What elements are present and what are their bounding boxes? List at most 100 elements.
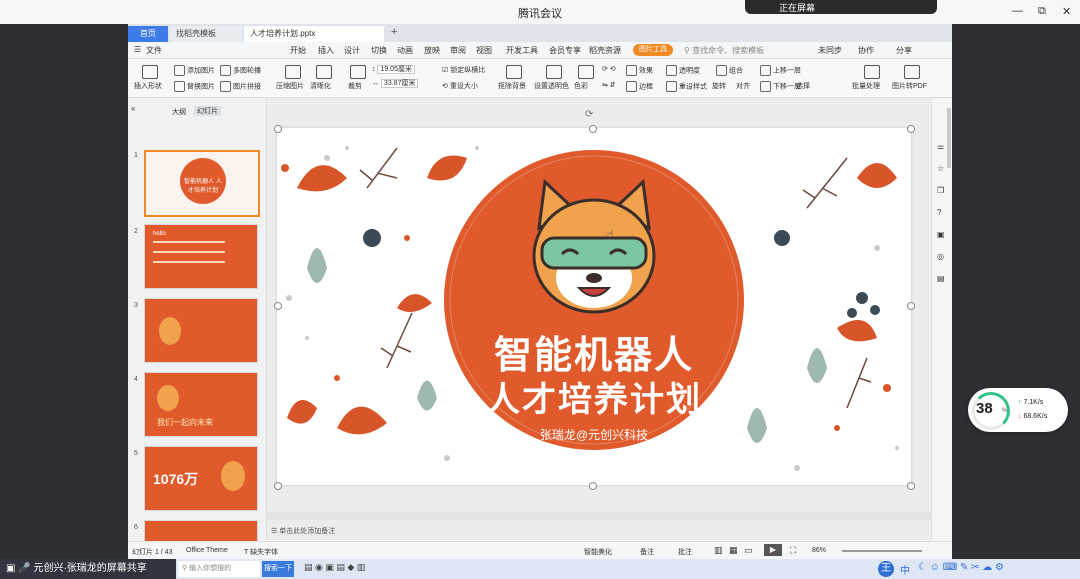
slide-thumb-6[interactable] — [144, 520, 258, 542]
zoom-level[interactable]: 86% — [812, 547, 826, 554]
select-button[interactable]: 选择 — [796, 81, 810, 91]
missing-font-button[interactable]: T 缺失字体 — [244, 547, 278, 557]
transparency-button[interactable]: 透明度 — [666, 65, 700, 76]
add-image-button[interactable]: 添加图片 — [174, 65, 215, 76]
slide-title-line1[interactable]: 智能机器人 — [444, 324, 744, 379]
menu-view[interactable]: 视图 — [476, 45, 492, 56]
collaborate-button[interactable]: 协作 — [858, 45, 874, 56]
smart-beautify-button[interactable]: 智能美化 — [584, 547, 612, 557]
crop-button[interactable]: 裁剪 — [348, 81, 362, 91]
notes-area[interactable]: ☰ 单击此处添加备注 — [271, 526, 335, 536]
align-button[interactable]: 对齐 — [736, 81, 750, 91]
play-slideshow-icon[interactable]: ▶ — [764, 544, 782, 556]
width-field[interactable]: ↔ 33.87厘米 — [372, 79, 419, 88]
help-icon[interactable]: ? — [937, 208, 941, 217]
sync-status[interactable]: 未同步 — [818, 45, 842, 56]
resize-handle[interactable] — [274, 482, 282, 490]
language-indicator[interactable]: 中 — [900, 562, 910, 577]
share-button[interactable]: 分享 — [896, 45, 912, 56]
insert-shape-button[interactable]: 插入形状 — [134, 81, 162, 91]
taskbar-search-button[interactable]: 搜索一下 — [262, 561, 294, 577]
tab-slides[interactable]: 幻灯片 — [194, 106, 221, 116]
multi-image-button[interactable]: 多图轮播 — [220, 65, 261, 76]
rotate-button[interactable]: 旋转 — [712, 81, 726, 91]
command-search[interactable]: ⚲ 查找命令、搜索模板 — [684, 45, 764, 56]
image-icon[interactable]: ▣ — [937, 230, 945, 239]
slide-title-line2[interactable]: 人才培养计划 — [444, 372, 744, 421]
resize-handle[interactable] — [907, 125, 915, 133]
maximize-button[interactable]: ⧉ — [1038, 5, 1046, 18]
slide-1[interactable]: 智能机器人 人才培养计划 张瑞龙@元创兴科技 ☝ — [277, 128, 911, 485]
border-button[interactable]: 边框 — [626, 81, 653, 92]
remove-bg-button[interactable]: 抠除背景 — [498, 81, 526, 91]
menu-animation[interactable]: 动画 — [397, 45, 413, 56]
slide-thumb-2[interactable]: hello — [144, 224, 258, 289]
menu-file[interactable]: 文件 — [146, 45, 162, 56]
menu-transition[interactable]: 切换 — [371, 45, 387, 56]
menu-resources[interactable]: 稻壳资源 — [589, 45, 621, 56]
tab-document[interactable]: 人才培养计划.pptx — [244, 26, 384, 42]
settings-sliders-icon[interactable]: ⚌ — [937, 142, 944, 151]
new-tab-icon[interactable]: + — [391, 26, 397, 38]
slide-thumb-1[interactable]: 智能机器人 人才培养计划 — [144, 150, 260, 217]
lock-ratio-checkbox[interactable]: ☑ 锁定纵横比 — [442, 65, 485, 75]
menu-slideshow[interactable]: 放映 — [424, 45, 440, 56]
network-speed-widget[interactable]: 38 % ↑ 7.1K/s ↓ 68.6K/s — [968, 388, 1068, 432]
tab-template[interactable]: 找稻壳模板 — [170, 26, 242, 42]
panel-icon[interactable]: ▤ — [937, 274, 945, 283]
slide-thumb-4[interactable]: 我们一起向未来 — [144, 372, 258, 437]
tab-picture-tools[interactable]: 图片工具 — [633, 44, 673, 56]
taskbar-apps[interactable]: ▤ ◉ ▣ ▤ ◆ ▥ — [304, 562, 365, 573]
menu-member[interactable]: 会员专享 — [549, 45, 581, 56]
reset-size-button[interactable]: ⟲ 重设大小 — [442, 81, 478, 91]
minimize-button[interactable]: — — [1012, 5, 1023, 17]
effect-button[interactable]: 效果 — [626, 65, 653, 76]
resize-handle[interactable] — [274, 302, 282, 310]
close-button[interactable]: ✕ — [1062, 5, 1071, 18]
copy-icon[interactable]: ❐ — [937, 186, 944, 195]
menu-home[interactable]: 开始 — [290, 45, 306, 56]
menu-developer[interactable]: 开发工具 — [506, 45, 538, 56]
color-button[interactable]: 色彩 — [574, 81, 588, 91]
sharpen-button[interactable]: 清晰化 — [310, 81, 331, 91]
menu-review[interactable]: 审阅 — [450, 45, 466, 56]
zoom-slider[interactable] — [842, 550, 922, 552]
flip-icons[interactable]: ⇋ ⇵ — [602, 81, 616, 89]
comments-toggle[interactable]: 批注 — [678, 547, 692, 557]
bring-forward-button[interactable]: 上移一层 — [760, 65, 801, 76]
reset-style-button[interactable]: 重设样式 — [666, 81, 707, 92]
menu-insert[interactable]: 插入 — [318, 45, 334, 56]
input-method-logo-icon[interactable]: 王 — [878, 561, 894, 577]
sorter-view-icon[interactable]: ▦ — [729, 545, 738, 556]
horizontal-scrollbar[interactable] — [267, 512, 931, 520]
normal-view-icon[interactable]: ▥ — [714, 545, 723, 556]
slide-author[interactable]: 张瑞龙@元创兴科技 — [444, 426, 744, 443]
send-backward-button[interactable]: 下移一层 — [760, 81, 801, 92]
fit-icon[interactable]: ⛶ — [790, 545, 796, 556]
vertical-scrollbar[interactable] — [947, 108, 951, 168]
reading-view-icon[interactable]: ▭ — [744, 545, 753, 556]
collapse-panel-icon[interactable]: « — [131, 104, 135, 113]
menu-design[interactable]: 设计 — [344, 45, 360, 56]
tab-outline[interactable]: 大纲 — [172, 107, 186, 117]
taskbar-search[interactable]: ⚲ 输入你想搜的 — [178, 561, 260, 577]
menu-icon[interactable]: ☰ — [134, 45, 141, 54]
height-field[interactable]: ↕ 19.05厘米 — [372, 65, 415, 74]
resize-handle[interactable] — [589, 482, 597, 490]
resize-handle[interactable] — [274, 125, 282, 133]
resize-handle[interactable] — [907, 482, 915, 490]
image-stitch-button[interactable]: 图片拼接 — [220, 81, 261, 92]
location-icon[interactable]: ◎ — [937, 252, 944, 261]
combine-button[interactable]: 组合 — [716, 65, 743, 76]
tab-home[interactable]: 首页 — [128, 26, 168, 42]
set-transparent-button[interactable]: 设置透明色 — [534, 81, 569, 91]
rotate-icons[interactable]: ⟳ ⟲ — [602, 65, 616, 73]
resize-handle[interactable] — [589, 125, 597, 133]
slide-thumb-5[interactable]: 1076万 — [144, 446, 258, 511]
star-icon[interactable]: ☆ — [937, 164, 944, 173]
rotate-handle-icon[interactable]: ⟳ — [585, 109, 593, 120]
slide-thumb-3[interactable] — [144, 298, 258, 363]
to-pdf-button[interactable]: 图片转PDF — [892, 81, 927, 91]
resize-handle[interactable] — [907, 302, 915, 310]
notes-toggle[interactable]: 备注 — [640, 547, 654, 557]
